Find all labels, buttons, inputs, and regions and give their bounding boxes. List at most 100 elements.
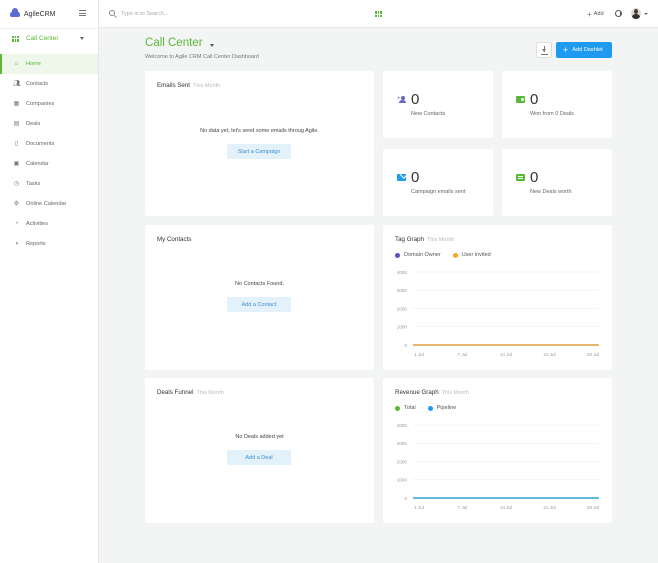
- y-tick-label: 1000: [397, 325, 408, 330]
- add-deal-button[interactable]: Add a Deal: [227, 450, 291, 465]
- x-tick-label: 28 Jul: [587, 505, 599, 510]
- tasks-icon: ◷: [13, 180, 20, 187]
- y-tick-label: 1000: [397, 478, 408, 483]
- x-tick-label: 14 Jul: [500, 505, 512, 510]
- module-label: Call Center: [26, 35, 59, 42]
- x-tick-label: 7 Jul: [458, 352, 468, 357]
- activities-icon: ◔: [14, 220, 19, 227]
- add-contact-button[interactable]: Add a Contact: [227, 297, 291, 312]
- new-deals-icon: [516, 174, 525, 181]
- sidebar-item-label: Documents: [26, 141, 55, 147]
- add-dashlet-label: Add Dashlet: [572, 47, 603, 53]
- card-title: My Contacts: [157, 236, 192, 243]
- stat-label: New Deals worth: [530, 189, 572, 195]
- emails-sent-card: Emails Sent This Month No data yet, let's…: [145, 71, 374, 216]
- apps-grid-icon[interactable]: [375, 11, 382, 17]
- campaign-email-icon: [397, 174, 406, 181]
- stat-new-contacts: + 0 New Contacts: [383, 71, 493, 138]
- sidebar-item-contacts[interactable]: 👥︎ Contacts: [0, 74, 98, 94]
- won-deals-icon: [516, 96, 525, 103]
- deals-funnel-card: Deals Funnel This Month No Deals added ye…: [145, 378, 374, 523]
- sidebar-item-label: Calendar: [26, 161, 49, 167]
- sidebar-item-label: Reports: [26, 241, 46, 247]
- stat-label: New Contacts: [411, 111, 446, 117]
- calendar-icon: ▣: [13, 160, 20, 167]
- x-tick-label: 14 Jul: [500, 352, 512, 357]
- sidebar-item-online-calendar[interactable]: ⚙ Online Calendar: [0, 194, 98, 214]
- chevron-down-icon[interactable]: [210, 44, 214, 47]
- contacts-icon: 👥︎: [13, 80, 21, 87]
- reports-icon: ◑: [14, 240, 19, 247]
- y-tick-label: 4000: [397, 423, 408, 428]
- chevron-down-icon: [80, 37, 84, 40]
- x-tick-label: 7 Jul: [458, 505, 468, 510]
- download-button[interactable]: [536, 42, 552, 58]
- plus-icon: +: [563, 44, 569, 55]
- add-label: Add: [593, 11, 604, 17]
- start-campaign-button[interactable]: Start a Campaign: [227, 144, 291, 159]
- stat-campaign-emails: 0 Campaign emails sent: [383, 149, 493, 216]
- x-tick-label: 21 Jul: [543, 505, 555, 510]
- avatar[interactable]: [631, 8, 641, 19]
- sidebar-item-label: Home: [26, 61, 41, 67]
- search-input[interactable]: [121, 8, 301, 20]
- y-tick-label: 0: [404, 496, 407, 501]
- card-title: Emails Sent This Month: [157, 82, 221, 89]
- search-icon: [109, 10, 115, 16]
- card-period: This Month: [196, 390, 224, 396]
- x-tick-label: 28 Jul: [587, 352, 599, 357]
- y-tick-label: 2000: [397, 459, 408, 464]
- app-name: AgileCRM: [24, 10, 56, 18]
- module-switcher[interactable]: Call Center: [0, 28, 98, 48]
- empty-message: No Contacts Found.: [235, 281, 284, 287]
- sidebar-item-label: Tasks: [26, 181, 41, 187]
- sidebar-item-label: Activities: [26, 221, 49, 227]
- stat-label: Campaign emails sent: [411, 189, 466, 195]
- sidebar-item-tasks[interactable]: ◷ Tasks: [0, 174, 98, 194]
- help-icon[interactable]: [615, 10, 622, 17]
- card-period: This Month: [193, 83, 221, 89]
- sidebar-item-label: Deals: [26, 121, 41, 127]
- sidebar-item-activities[interactable]: ◔ Activities: [0, 214, 98, 234]
- chevron-down-icon[interactable]: [644, 13, 648, 15]
- cloud-logo-icon: [10, 8, 20, 17]
- module-grid-icon: [12, 35, 19, 42]
- top-bar: + Add: [99, 0, 658, 28]
- sidebar-item-label: Online Calendar: [26, 201, 67, 207]
- sidebar-nav: ⌂ Home 👥︎ Contacts ▦ Companies ▤ Deals ▯…: [0, 54, 98, 254]
- sidebar-item-deals[interactable]: ▤ Deals: [0, 114, 98, 134]
- home-icon: ⌂: [14, 60, 19, 67]
- y-tick-label: 2000: [397, 306, 408, 311]
- x-tick-label: 21 Jul: [543, 352, 555, 357]
- stat-value: 0: [530, 169, 539, 186]
- revenue-graph-chart: 0 1000 2000 3000 4000 1 Jul 7 Jul 14 Jul 21 Jul 2…: [397, 423, 599, 510]
- sidebar-item-documents[interactable]: ▯ Documents: [0, 134, 98, 154]
- stat-new-deals: 0 New Deals worth: [502, 149, 612, 216]
- menu-toggle-icon[interactable]: [79, 10, 86, 16]
- stat-label: Won from 0 Deals: [530, 111, 574, 117]
- download-icon: [541, 54, 548, 55]
- add-button[interactable]: + Add: [587, 9, 604, 19]
- card-title: Deals Funnel This Month: [157, 389, 224, 396]
- sidebar-item-label: Contacts: [26, 81, 49, 87]
- new-contacts-icon: +: [397, 96, 406, 103]
- sidebar-item-companies[interactable]: ▦ Companies: [0, 94, 98, 114]
- sidebar-item-home[interactable]: ⌂ Home: [0, 54, 98, 74]
- sidebar-item-reports[interactable]: ◑ Reports: [0, 234, 98, 254]
- page-title: Call Center: [145, 37, 203, 49]
- online-calendar-icon: ⚙: [13, 200, 20, 207]
- stat-value: 0: [411, 91, 420, 108]
- page-subtitle: Welcome to Agile CRM Call Center Dashboa…: [145, 54, 259, 60]
- my-contacts-card: My Contacts No Contacts Found. Add a Con…: [145, 225, 374, 370]
- y-tick-label: 3000: [397, 441, 408, 446]
- add-dashlet-button[interactable]: + Add Dashlet: [556, 42, 612, 58]
- documents-icon: ▯: [14, 140, 19, 147]
- x-tick-label: 1 Jul: [414, 352, 424, 357]
- x-tick-label: 1 Jul: [414, 505, 424, 510]
- tag-graph-card: Tag Graph This Month Domain Owner User in…: [383, 225, 612, 370]
- sidebar-item-calendar[interactable]: ▣ Calendar: [0, 154, 98, 174]
- brand-header: AgileCRM: [0, 0, 98, 28]
- companies-icon: ▦: [13, 100, 20, 107]
- stat-value: 0: [530, 91, 539, 108]
- empty-message: No Deals added yet: [235, 434, 284, 440]
